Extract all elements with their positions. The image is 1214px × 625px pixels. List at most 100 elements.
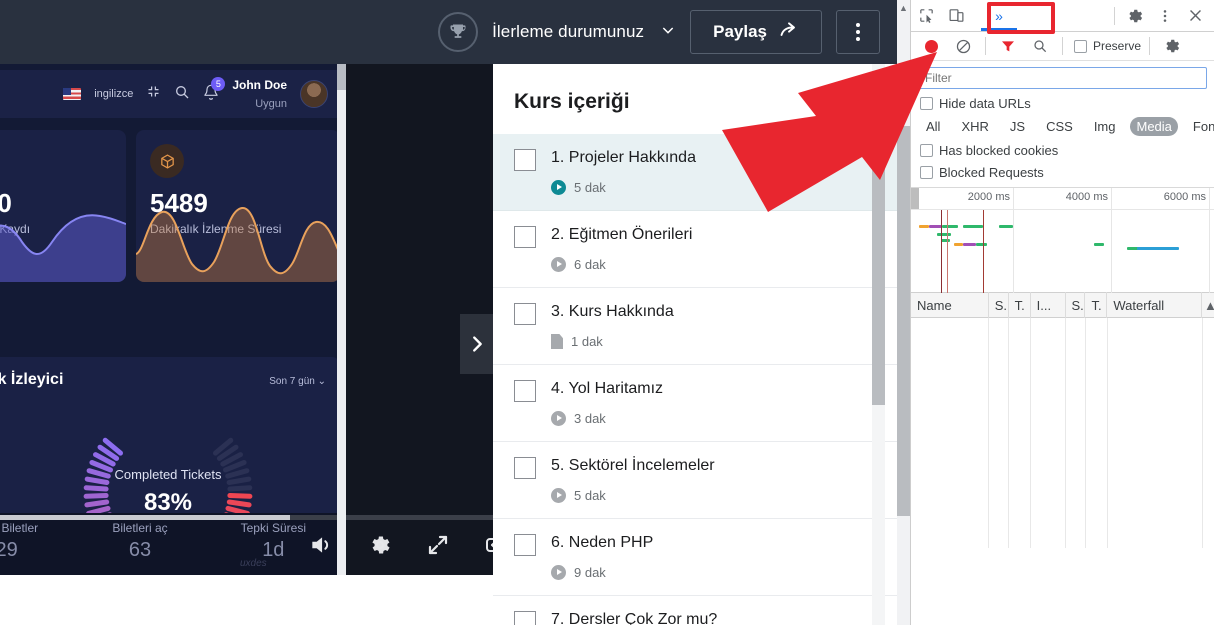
overview-event-line	[941, 210, 942, 293]
column-header[interactable]: S.	[1066, 292, 1086, 318]
table-column	[1086, 318, 1108, 548]
overview-tick: 6000 ms	[1164, 188, 1210, 293]
column-header[interactable]: Waterfall	[1107, 292, 1203, 318]
share-button-label: Paylaş	[713, 22, 767, 41]
lesson-title: 1. Projeler Hakkında	[551, 149, 696, 166]
devtools-menu-kebab-icon[interactable]	[1150, 1, 1180, 31]
resource-type-media[interactable]: Media	[1130, 117, 1178, 136]
close-icon[interactable]	[1180, 1, 1210, 31]
table-column	[989, 318, 1009, 548]
lesson-item[interactable]: 1. Projeler Hakkında 5 dak	[493, 134, 910, 211]
overview-request-bar	[954, 243, 963, 246]
resource-type-filters: AllXHRJSCSSImgMediaFontDo	[911, 111, 1214, 136]
overview-request-bar	[942, 225, 958, 228]
language-label[interactable]: ingilizce	[94, 88, 133, 100]
lesson-row: 1. Projeler Hakkında	[514, 148, 910, 171]
preserve-log-checkbox[interactable]: Preserve	[1074, 39, 1141, 53]
progress-status-label[interactable]: İlerleme durumunuz	[492, 22, 644, 42]
lesson-title: 5. Sektörel İncelemeler	[551, 457, 715, 474]
students-sparkline	[0, 214, 126, 282]
resize-horizontal-icon[interactable]	[484, 533, 493, 562]
more-tabs-button[interactable]: »	[971, 0, 1027, 31]
resource-type-img[interactable]: Img	[1088, 117, 1122, 136]
resource-type-font[interactable]: Font	[1187, 117, 1214, 136]
table-column	[1066, 318, 1086, 548]
column-header[interactable]: I...	[1031, 292, 1066, 318]
lesson-item[interactable]: 6. Neden PHP 9 dak	[493, 519, 910, 596]
watchtime-sparkline	[136, 207, 340, 282]
resource-type-css[interactable]: CSS	[1040, 117, 1079, 136]
collapse-icon[interactable]	[146, 84, 161, 104]
clear-icon[interactable]	[948, 31, 978, 61]
lesson-checkbox[interactable]	[514, 149, 536, 171]
video-scrollbar[interactable]	[337, 64, 346, 575]
resource-type-all[interactable]: All	[920, 117, 946, 136]
user-status: Uygun	[255, 98, 287, 110]
dashboard-user-info[interactable]: John Doe Uygun	[232, 76, 287, 113]
column-header[interactable]: S.	[989, 292, 1009, 318]
overview-tick-label: 6000 ms	[1163, 191, 1206, 203]
chevron-down-icon[interactable]	[660, 22, 676, 42]
lesson-duration: 6 dak	[574, 257, 606, 272]
browser-scrollbar-thumb[interactable]	[897, 126, 910, 516]
has-blocked-cookies-label: Has blocked cookies	[939, 143, 1059, 158]
scroll-up-icon[interactable]: ▲	[897, 0, 910, 16]
lesson-row: 3. Kurs Hakkında	[514, 302, 910, 325]
resource-type-xhr[interactable]: XHR	[955, 117, 994, 136]
column-header[interactable]: Name	[911, 292, 989, 318]
device-toolbar-icon[interactable]	[941, 1, 971, 31]
lesson-checkbox[interactable]	[514, 611, 536, 625]
video-controls	[0, 520, 493, 575]
lesson-item[interactable]: 5. Sektörel İncelemeler 5 dak	[493, 442, 910, 519]
divider	[1114, 6, 1115, 25]
lesson-checkbox[interactable]	[514, 380, 536, 402]
devtools-settings-gear-icon[interactable]	[1120, 1, 1150, 31]
expand-icon[interactable]	[426, 533, 450, 562]
overview-event-line	[983, 210, 984, 293]
video-scrollbar-thumb[interactable]	[337, 64, 346, 90]
sort-ascending-icon[interactable]: ▲	[1202, 292, 1214, 318]
document-icon	[551, 334, 563, 349]
resource-type-js[interactable]: JS	[1004, 117, 1031, 136]
play-icon	[551, 488, 566, 503]
filter-icon[interactable]	[993, 31, 1023, 61]
lesson-checkbox[interactable]	[514, 534, 536, 556]
hide-data-urls-row: Hide data URLs	[911, 89, 1214, 111]
dashboard-screencast: ingilizce 5 John Doe Uygun 0 Kaydı 5489 …	[0, 64, 340, 575]
blocked-requests-label: Blocked Requests	[939, 165, 1044, 180]
lesson-checkbox[interactable]	[514, 226, 536, 248]
gear-icon[interactable]	[368, 533, 392, 562]
notifications-button[interactable]: 5	[203, 76, 226, 105]
network-overview-timeline[interactable]: 2000 ms 4000 ms 6000 ms	[911, 187, 1214, 293]
preserve-log-label: Preserve	[1093, 39, 1142, 53]
volume-icon[interactable]	[308, 532, 334, 563]
lesson-checkbox[interactable]	[514, 303, 536, 325]
avatar[interactable]	[300, 80, 328, 108]
lesson-item[interactable]: 4. Yol Haritamız 3 dak	[493, 365, 910, 442]
record-button-icon[interactable]	[916, 31, 946, 61]
topbar-actions: İlerleme durumunuz Paylaş	[438, 0, 880, 64]
column-header[interactable]: T.	[1009, 292, 1031, 318]
play-icon	[551, 257, 566, 272]
inspect-element-icon[interactable]	[911, 1, 941, 31]
more-options-button[interactable]	[836, 10, 880, 54]
lesson-checkbox[interactable]	[514, 457, 536, 479]
blocked-requests-checkbox[interactable]: Blocked Requests	[920, 165, 1214, 180]
play-icon	[551, 411, 566, 426]
video-player[interactable]: ingilizce 5 John Doe Uygun 0 Kaydı 5489 …	[0, 64, 493, 575]
network-settings-gear-icon[interactable]	[1157, 31, 1187, 61]
lesson-item[interactable]: 3. Kurs Hakkında 1 dak	[493, 288, 910, 365]
lesson-item[interactable]: 7. Dersler Çok Zor mu?	[493, 596, 910, 625]
lesson-item[interactable]: 2. Eğitmen Önerileri 6 dak	[493, 211, 910, 288]
column-header[interactable]: T.	[1085, 292, 1108, 318]
search-icon[interactable]	[174, 84, 190, 105]
expand-sidebar-button[interactable]	[460, 314, 493, 374]
stat-card-watchtime: 5489 Dakikalık İzlenme Süresi	[136, 130, 340, 282]
has-blocked-cookies-checkbox[interactable]: Has blocked cookies	[920, 143, 1214, 158]
share-button[interactable]: Paylaş	[690, 10, 822, 54]
filter-input[interactable]	[918, 67, 1207, 89]
search-icon[interactable]	[1025, 31, 1055, 61]
gauge-label: Completed Tickets	[114, 467, 222, 482]
lesson-list-scrollbar-thumb[interactable]	[872, 140, 885, 405]
hide-data-urls-checkbox[interactable]: Hide data URLs	[920, 96, 1214, 111]
